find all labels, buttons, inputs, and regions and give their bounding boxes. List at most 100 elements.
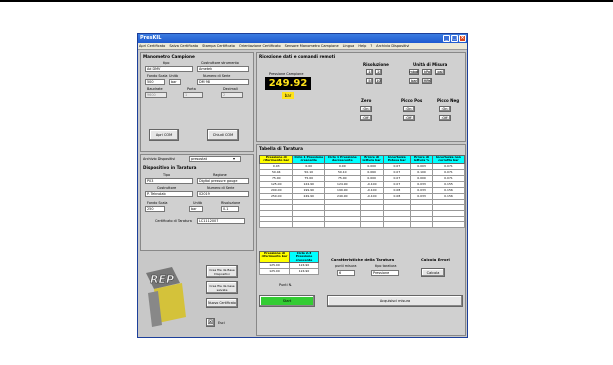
apri-com-button[interactable]: Apri COM: [149, 129, 179, 141]
table-header: Ciclo 1 Pressione crescente: [292, 155, 325, 164]
table-cell[interactable]: 125.00: [259, 268, 290, 276]
menu-item[interactable]: Apri Certificato: [139, 43, 165, 49]
menu-item[interactable]: Help: [358, 43, 366, 49]
zero-on-button[interactable]: On: [360, 106, 372, 112]
seriale-field[interactable]: 02019: [197, 191, 249, 197]
zero-title: Zero: [361, 98, 372, 103]
menu-item[interactable]: Archivio Dispositivi: [376, 43, 409, 49]
menu-item[interactable]: Salva Certificato: [169, 43, 198, 49]
unit-bar-button[interactable]: bar: [409, 78, 419, 84]
punti-select[interactable]: 6: [337, 270, 355, 276]
pressure-display: 249.92: [265, 77, 311, 90]
panel-title: Ricezione dati e comandi remoti: [259, 54, 336, 59]
label: Fondo Scala: [147, 74, 168, 78]
chiudi-com-button[interactable]: Chiudi COM: [207, 129, 239, 141]
table-cell[interactable]: [258, 221, 294, 228]
table-cell[interactable]: 124.90: [289, 268, 319, 276]
calcola-button[interactable]: Calcola: [421, 268, 445, 277]
picco-pos-on-button[interactable]: On: [403, 106, 415, 112]
fondo-scala-field[interactable]: 250: [145, 206, 165, 212]
table-header: Ciclo 1 Pressione decrescente: [323, 155, 361, 164]
baudrate-select[interactable]: 9600: [145, 92, 167, 98]
chevron-down-icon[interactable]: ▾: [233, 156, 235, 161]
label: Baudrate: [147, 87, 163, 91]
crea-file-salvate-button[interactable]: Crea file da base salvate: [206, 281, 238, 294]
tipo-field[interactable]: P03: [145, 178, 193, 184]
menu-bar: Apri Certificato Salva Certificato Stamp…: [138, 43, 467, 50]
dispositivo-panel: Archivio Dispositivi presostat ▾ Disposi…: [140, 154, 254, 251]
menu-item[interactable]: Lingua: [343, 43, 355, 49]
zero-off-button[interactable]: Off: [360, 115, 372, 121]
minimize-button[interactable]: _: [443, 35, 450, 42]
panel-title: Dispositivo in Taratura: [143, 165, 197, 170]
fondo-scala-field[interactable]: 500: [145, 79, 165, 85]
maximize-button[interactable]: □: [451, 35, 458, 42]
table-cell[interactable]: [359, 221, 384, 228]
tipo-taratura-select[interactable]: Pressione: [371, 270, 399, 276]
calibration-table: Pressione di riferimento bar Ciclo 1 Pres…: [258, 155, 466, 228]
table-header: Pressione di riferimento bar: [259, 250, 290, 264]
table-cell[interactable]: [292, 221, 325, 228]
label: Fondo Scala: [147, 201, 168, 205]
label: Decimali: [223, 87, 238, 91]
ricezione-panel: Ricezione dati e comandi remoti Pression…: [256, 52, 466, 142]
unita-field[interactable]: bar: [169, 79, 181, 85]
app-window: PresKIL _ □ × Apri Certificato Salva Cer…: [137, 33, 468, 338]
menu-item[interactable]: Orientazione Certificato: [239, 43, 281, 49]
pressure-unit: bar: [282, 92, 294, 99]
menu-item[interactable]: ?: [370, 43, 372, 49]
table-cell[interactable]: [431, 221, 466, 228]
menu-item[interactable]: Stampa Certificato: [202, 43, 235, 49]
picco-pos-off-button[interactable]: Off: [403, 115, 415, 121]
label: Certificato di Taratura: [155, 219, 192, 223]
picco-neg-title: Picco Neg: [437, 98, 460, 103]
risoluzione-field[interactable]: 0.1: [221, 206, 239, 212]
unit-psi-button[interactable]: psi: [435, 69, 445, 75]
label: Costruttore strumento: [201, 61, 239, 65]
table-header: Errore di lettura %: [410, 155, 433, 164]
label: Risoluzione: [221, 201, 241, 205]
unit-kpa-button[interactable]: kPa: [422, 69, 432, 75]
unita-field[interactable]: bar: [189, 206, 203, 212]
crea-file-button[interactable]: Crea file da Base Dispositivi: [206, 265, 238, 278]
acquisisci-button[interactable]: Acquisisci misura: [327, 295, 463, 307]
decimali-select[interactable]: 2: [221, 92, 243, 98]
table-cell[interactable]: [410, 221, 433, 228]
certificato-field[interactable]: LC1112007: [197, 218, 245, 224]
ris-button-2[interactable]: 2: [375, 69, 382, 75]
picco-neg-off-button[interactable]: Off: [439, 115, 451, 121]
unit-mbar-button[interactable]: mbar: [409, 69, 419, 75]
ris-button-10[interactable]: 10: [375, 78, 382, 84]
costruttore-field[interactable]: P. Teknolab: [145, 191, 193, 197]
label: tipo: [163, 61, 170, 65]
menu-item[interactable]: Sensore Manometro Campione: [285, 43, 339, 49]
ris-button-1[interactable]: 1: [366, 69, 373, 75]
unit-mpa-button[interactable]: MPa: [422, 78, 432, 84]
ragione-field[interactable]: Digital pressure gauge: [197, 178, 249, 184]
table-header: Ciclo 2-3 Pressione crescente: [289, 250, 319, 264]
calcolo-title: Calcola Errori: [421, 257, 450, 262]
table-header: Incertezza Estesa bar: [382, 155, 412, 164]
manometro-panel: Manometro Campione tipo Costruttore stru…: [140, 52, 254, 152]
start-button[interactable]: Start: [259, 295, 315, 307]
label: Numero di Serie: [207, 186, 235, 190]
table-cell[interactable]: [323, 221, 361, 228]
picco-pos-title: Picco Pos: [401, 98, 423, 103]
picco-neg-on-button[interactable]: On: [439, 106, 451, 112]
ris-button-5[interactable]: 5: [366, 78, 373, 84]
punti-label: Punti N.: [279, 283, 293, 287]
esci-label[interactable]: Esci: [218, 321, 225, 325]
table-row: 125.00 124.90: [259, 268, 319, 276]
nuovo-certificato-button[interactable]: Nuovo Certificato: [206, 298, 238, 308]
porta-select[interactable]: 1: [183, 92, 203, 98]
table-cell[interactable]: [382, 221, 412, 228]
costruttore-field[interactable]: Ametek: [197, 66, 249, 72]
label: Unità: [193, 201, 202, 205]
close-button[interactable]: ×: [459, 35, 466, 42]
tipo-field[interactable]: Ad DMV: [145, 66, 193, 72]
close-icon[interactable]: ☒: [206, 318, 215, 327]
pressione-label: Pressione Campione: [269, 72, 304, 76]
label: Porta: [187, 87, 196, 91]
serie-field[interactable]: DM 98: [197, 79, 249, 85]
panel-title: Manometro Campione: [143, 54, 195, 59]
